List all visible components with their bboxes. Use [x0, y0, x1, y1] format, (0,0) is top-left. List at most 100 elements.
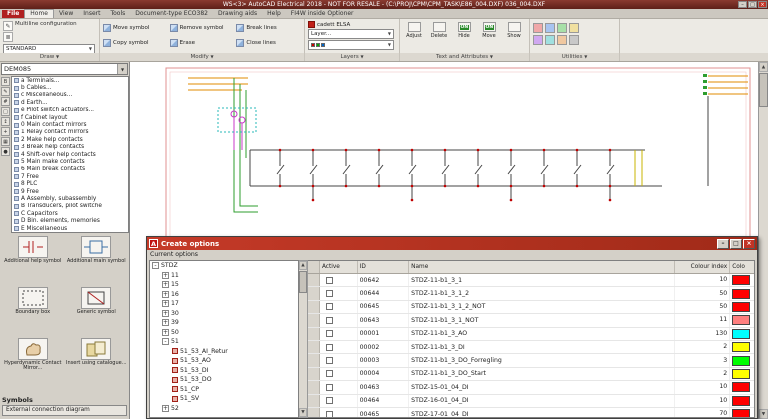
sidebar-tool-icon[interactable]: # — [1, 97, 10, 106]
colour-swatch[interactable] — [732, 329, 750, 339]
modify-button[interactable]: Erase — [170, 36, 235, 50]
active-checkbox[interactable] — [326, 330, 333, 337]
tree-expander-icon[interactable]: - — [162, 338, 169, 345]
close-icon[interactable]: × — [743, 239, 755, 249]
ribbon-tab[interactable]: Help — [262, 10, 286, 18]
scroll-down-icon[interactable]: ▼ — [299, 408, 307, 417]
tree-expander-icon[interactable] — [172, 367, 178, 373]
maximize-icon[interactable]: □ — [730, 239, 742, 249]
tree-item[interactable]: d Earth... — [12, 99, 128, 106]
options-tree-item[interactable]: + 52 — [150, 404, 298, 414]
tree-item[interactable]: 3 Break help contacts — [12, 144, 128, 151]
active-checkbox[interactable] — [326, 277, 333, 284]
table-row[interactable]: 00001 STDZ-11-b1_3_AO 130 — [308, 328, 754, 341]
options-tree-item[interactable]: 51_53_DO — [150, 375, 298, 385]
colour-swatch[interactable] — [732, 409, 750, 418]
scroll-down-icon[interactable]: ▼ — [759, 409, 768, 419]
options-tree-item[interactable]: - STDZ — [150, 261, 298, 271]
column-name[interactable]: Name — [409, 261, 675, 273]
panel-label[interactable]: Layers ▼ — [305, 53, 400, 61]
insert-using-catalogue-button[interactable]: Insert using catalogue... — [66, 338, 128, 392]
table-row[interactable]: 00464 STDZ-16-01_04_DI 10 — [308, 395, 754, 408]
tree-item[interactable]: c Miscellaneous... — [12, 92, 128, 99]
layer-color-select[interactable]: ▼ — [308, 40, 394, 50]
table-row[interactable]: 00643 STDZ-11-b1_3_1_NOT 11 — [308, 314, 754, 327]
tree-item[interactable]: 9 Free — [12, 188, 128, 195]
tree-expander-icon[interactable] — [172, 377, 178, 383]
options-tree-item[interactable]: + 50 — [150, 328, 298, 338]
ribbon-tab[interactable]: Home — [24, 9, 54, 18]
column-active[interactable]: Active — [320, 261, 358, 273]
tree-item[interactable]: A Assembly, subassembly — [12, 195, 128, 202]
ribbon-tab[interactable]: Drawing aids — [213, 10, 262, 18]
tree-item[interactable]: D Bin. elements, memories — [12, 217, 128, 224]
colour-swatch[interactable] — [732, 289, 750, 299]
panel-label[interactable]: Text and Attributes ▼ — [400, 53, 530, 61]
tree-expander-icon[interactable] — [172, 386, 178, 392]
options-tree-item[interactable]: 51_SV — [150, 394, 298, 404]
attribute-toggle-button[interactable]: ON Move — [478, 22, 500, 39]
ribbon-tab[interactable]: Document-type ECO382 — [130, 10, 213, 18]
close-icon[interactable]: × — [758, 1, 767, 8]
wire-style-select[interactable]: STANDARD ▼ — [3, 44, 95, 53]
tree-expander-icon[interactable]: + — [162, 329, 169, 336]
tree-expander-icon[interactable]: + — [162, 300, 169, 307]
multiline-tool-icon[interactable]: ≣ — [3, 32, 13, 42]
options-tree-item[interactable]: + 30 — [150, 309, 298, 319]
active-checkbox[interactable] — [326, 303, 333, 310]
tree-item[interactable]: 6 Main break contacts — [12, 166, 128, 173]
minimize-icon[interactable]: – — [717, 239, 729, 249]
tree-item[interactable]: 8 PLC — [12, 180, 128, 187]
active-checkbox[interactable] — [326, 370, 333, 377]
options-tree-item[interactable]: - 51 — [150, 337, 298, 347]
modify-button[interactable]: Move symbol — [103, 21, 168, 35]
active-checkbox[interactable] — [326, 357, 333, 364]
utility-button[interactable] — [557, 35, 567, 45]
layer-select[interactable]: Layer... ▼ — [308, 29, 394, 39]
colour-swatch[interactable] — [732, 275, 750, 285]
options-tree-item[interactable]: 51_53_DI — [150, 366, 298, 376]
attribute-toggle-button[interactable]: ON Hide — [453, 22, 475, 39]
scroll-up-icon[interactable]: ▲ — [759, 62, 768, 72]
utility-button[interactable] — [569, 35, 579, 45]
tree-item[interactable]: a Terminals... — [12, 77, 128, 84]
active-checkbox[interactable] — [326, 384, 333, 391]
colour-swatch[interactable] — [732, 356, 750, 366]
tree-item[interactable]: 1 Relay contact mirrors — [12, 129, 128, 136]
wire-tool-icon[interactable]: ✎ — [3, 21, 13, 31]
column-id[interactable]: ID — [358, 261, 410, 273]
attribute-toggle-button[interactable]: Delete — [428, 22, 450, 39]
scroll-up-icon[interactable]: ▲ — [299, 261, 307, 270]
tree-item[interactable]: 5 Main make contacts — [12, 158, 128, 165]
tree-item[interactable]: C Capacitors — [12, 210, 128, 217]
table-row[interactable]: 00004 STDZ-11-b1_3_DO_Start 2 — [308, 368, 754, 381]
tree-expander-icon[interactable] — [172, 358, 178, 364]
sidebar-tool-icon[interactable]: B — [1, 77, 10, 86]
active-checkbox[interactable] — [326, 411, 333, 418]
utility-button[interactable] — [557, 23, 567, 33]
sidebar-tool-icon[interactable]: ↕ — [1, 117, 10, 126]
column-colour-index[interactable]: Colour index — [675, 261, 731, 273]
vertical-scrollbar[interactable]: ▲ ▼ — [758, 62, 768, 419]
scrollbar-thumb[interactable] — [759, 73, 768, 107]
table-row[interactable]: 00463 STDZ-15-01_04_DI 10 — [308, 381, 754, 394]
options-tree-item[interactable]: + 39 — [150, 318, 298, 328]
colour-swatch[interactable] — [732, 315, 750, 325]
colour-swatch[interactable] — [732, 396, 750, 406]
tree-expander-icon[interactable]: + — [162, 319, 169, 326]
options-tree-item[interactable]: + 11 — [150, 271, 298, 281]
tree-item[interactable]: E Miscellaneous — [12, 225, 128, 232]
utility-button[interactable] — [569, 23, 579, 33]
table-row[interactable]: 00645 STDZ-11-b1_3_1_2_NOT 50 — [308, 301, 754, 314]
attribute-toggle-button[interactable]: Show — [503, 22, 525, 39]
sidebar-tool-icon[interactable]: + — [1, 127, 10, 136]
panel-label[interactable]: Modify ▼ — [100, 53, 305, 61]
tree-item[interactable]: 0 Main contact mirrors — [12, 121, 128, 128]
active-checkbox[interactable] — [326, 317, 333, 324]
table-row[interactable]: 00644 STDZ-11-b1_3_1_2 50 — [308, 287, 754, 300]
table-row[interactable]: 00465 STDZ-17-01_04_DI 70 — [308, 408, 754, 418]
options-tree-item[interactable]: 51_53_AI_Retur — [150, 347, 298, 357]
table-row[interactable]: 00002 STDZ-11-b1_3_DI 2 — [308, 341, 754, 354]
colour-swatch[interactable] — [732, 369, 750, 379]
tree-expander-icon[interactable]: - — [152, 262, 159, 269]
